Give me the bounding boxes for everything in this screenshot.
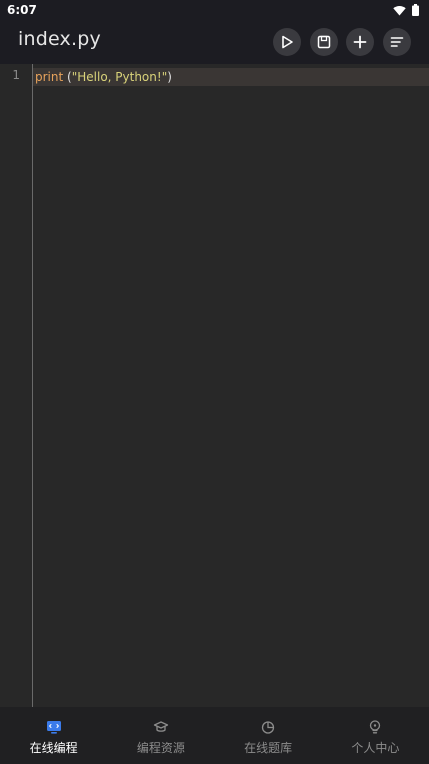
nav-label: 在线题库	[244, 741, 293, 755]
nav-label: 编程资源	[136, 741, 185, 755]
nav-item-resources[interactable]: 编程资源	[107, 707, 214, 764]
graduation-cap-icon	[153, 719, 169, 735]
new-file-button[interactable]	[346, 28, 374, 56]
align-left-icon	[390, 37, 404, 47]
file-title: index.py	[18, 28, 101, 50]
nav-label: 在线编程	[29, 741, 78, 755]
play-icon	[282, 35, 293, 49]
line-number: 1	[12, 68, 20, 82]
lightbulb-icon	[367, 719, 383, 735]
code-close-paren: )	[167, 70, 172, 84]
run-button[interactable]	[273, 28, 301, 56]
code-string: "Hello, Python!"	[71, 70, 168, 84]
pie-chart-icon	[260, 719, 276, 735]
status-bar: 6:07	[0, 0, 429, 20]
battery-icon	[412, 4, 419, 16]
code-text: print ("Hello, Python!")	[35, 68, 172, 86]
code-monitor-icon	[46, 719, 62, 735]
code-keyword: print	[35, 70, 64, 84]
format-button[interactable]	[383, 28, 411, 56]
status-icons	[393, 4, 419, 16]
code-line-current[interactable]: print ("Hello, Python!")	[33, 68, 429, 86]
save-button[interactable]	[310, 28, 338, 56]
nav-label: 个人中心	[351, 741, 400, 755]
gutter-divider	[32, 64, 33, 707]
status-time: 6:07	[7, 3, 37, 17]
bottom-nav: 在线编程 编程资源 在线题库 个人中心	[0, 707, 429, 764]
nav-item-profile[interactable]: 个人中心	[322, 707, 429, 764]
nav-item-question-bank[interactable]: 在线题库	[215, 707, 322, 764]
app-toolbar: index.py	[0, 20, 429, 64]
code-editor[interactable]: 1 print ("Hello, Python!")	[0, 64, 429, 707]
wifi-icon	[393, 5, 406, 15]
nav-item-online-coding[interactable]: 在线编程	[0, 707, 107, 764]
save-icon	[317, 35, 331, 49]
plus-icon	[353, 35, 367, 49]
